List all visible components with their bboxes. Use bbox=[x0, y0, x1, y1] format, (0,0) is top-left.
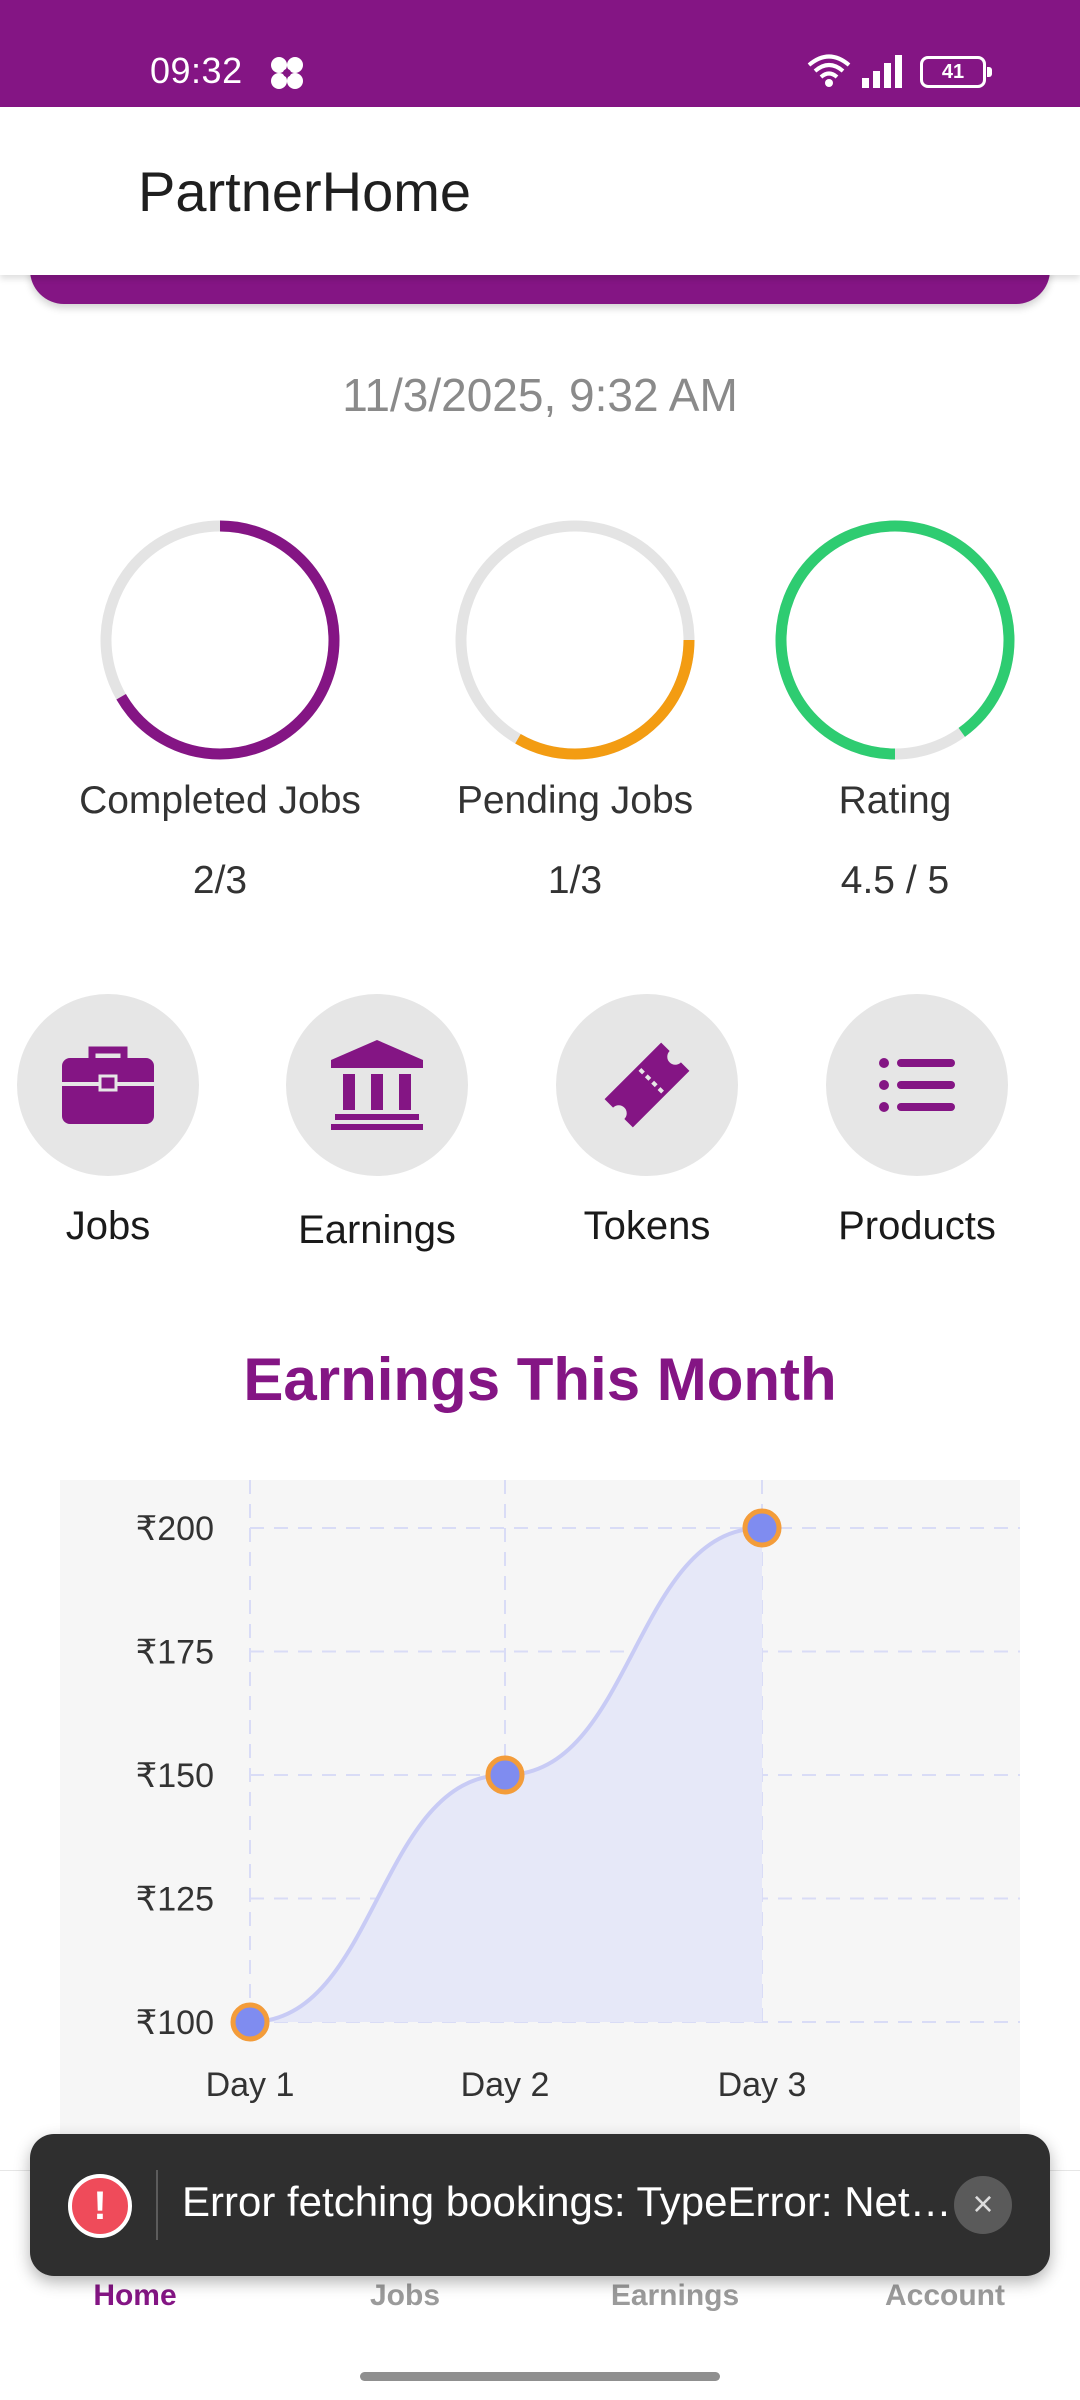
home-indicator[interactable] bbox=[360, 2372, 720, 2381]
stat-label: Rating bbox=[838, 779, 952, 822]
rating-ring bbox=[775, 520, 1015, 760]
nav-home[interactable]: Home bbox=[0, 2279, 270, 2313]
quick-action-circle[interactable] bbox=[826, 994, 1008, 1176]
quick-action-label: Jobs bbox=[65, 1204, 151, 1248]
list-icon bbox=[879, 1058, 955, 1112]
quick-action-circle[interactable] bbox=[17, 994, 199, 1176]
quick-action-circle[interactable] bbox=[556, 994, 738, 1176]
error-icon: ! bbox=[68, 2174, 132, 2238]
quick-action-circle[interactable] bbox=[286, 994, 468, 1176]
pending-jobs-ring bbox=[455, 520, 695, 760]
x-tick-label: Day 2 bbox=[461, 2066, 550, 2104]
quick-action-products[interactable]: Products bbox=[807, 994, 1027, 1249]
ticket-icon bbox=[604, 1042, 690, 1128]
app-screen: 09:32 41 PartnerHome 11/3/2025, 9:32 AM bbox=[0, 0, 1080, 2400]
nav-jobs[interactable]: Jobs bbox=[270, 2279, 540, 2313]
toast-message: Error fetching bookings: TypeError: Netw… bbox=[182, 2178, 962, 2225]
y-tick-label: ₹125 bbox=[136, 1881, 214, 1919]
app-header: PartnerHome bbox=[0, 107, 1080, 275]
briefcase-icon bbox=[62, 1046, 154, 1124]
stat-rating: Rating 4.5 / 5 bbox=[725, 515, 1065, 903]
x-tick-label: Day 3 bbox=[718, 2066, 807, 2104]
stat-label: Completed Jobs bbox=[79, 779, 361, 822]
status-bar: 09:32 41 bbox=[0, 0, 1080, 107]
toast-divider bbox=[156, 2170, 158, 2240]
y-tick-label: ₹150 bbox=[136, 1757, 214, 1795]
status-time: 09:32 bbox=[150, 50, 243, 91]
quick-action-jobs[interactable]: Jobs bbox=[0, 994, 218, 1249]
current-datetime: 11/3/2025, 9:32 AM bbox=[342, 369, 738, 421]
error-toast[interactable]: ! Error fetching bookings: TypeError: Ne… bbox=[30, 2134, 1050, 2276]
stat-value: 1/3 bbox=[547, 859, 603, 902]
data-point bbox=[230, 2002, 270, 2042]
earnings-section-title: Earnings This Month bbox=[243, 1346, 837, 1413]
close-icon[interactable]: × bbox=[954, 2176, 1012, 2234]
bank-icon bbox=[331, 1040, 423, 1130]
fan-icon bbox=[271, 57, 303, 89]
stat-value: 2/3 bbox=[192, 859, 248, 902]
battery-icon: 41 bbox=[920, 56, 992, 88]
stat-pending-jobs: Pending Jobs 1/3 bbox=[405, 515, 745, 903]
x-tick-label: Day 1 bbox=[206, 2066, 295, 2104]
page-title: PartnerHome bbox=[138, 160, 472, 223]
quick-action-label: Products bbox=[838, 1204, 996, 1248]
quick-action-label: Tokens bbox=[583, 1204, 711, 1248]
y-tick-label: ₹100 bbox=[136, 2004, 214, 2042]
completed-jobs-ring bbox=[100, 520, 340, 760]
wifi-icon bbox=[807, 54, 851, 87]
nav-earnings[interactable]: Earnings bbox=[540, 2279, 810, 2313]
nav-account[interactable]: Account bbox=[810, 2279, 1080, 2313]
quick-action-label: Earnings bbox=[298, 1208, 456, 1252]
earnings-chart-svg: ₹100 ₹125 ₹150 ₹175 ₹200 Day 1 Day 2 Day 3 bbox=[136, 1480, 1020, 2104]
stat-value: 4.5 / 5 bbox=[840, 859, 950, 902]
data-point bbox=[742, 1508, 782, 1548]
signal-icon bbox=[862, 55, 902, 88]
y-tick-label: ₹175 bbox=[136, 1634, 214, 1672]
stat-label: Pending Jobs bbox=[456, 779, 694, 822]
stat-completed-jobs: Completed Jobs 2/3 bbox=[50, 515, 390, 903]
data-point bbox=[485, 1755, 525, 1795]
earnings-chart: ₹100 ₹125 ₹150 ₹175 ₹200 Day 1 Day 2 Day 3 bbox=[60, 1480, 1020, 2180]
quick-action-tokens[interactable]: Tokens bbox=[537, 994, 757, 1249]
y-tick-label: ₹200 bbox=[136, 1510, 214, 1548]
quick-action-earnings[interactable]: Earnings bbox=[267, 994, 487, 1253]
